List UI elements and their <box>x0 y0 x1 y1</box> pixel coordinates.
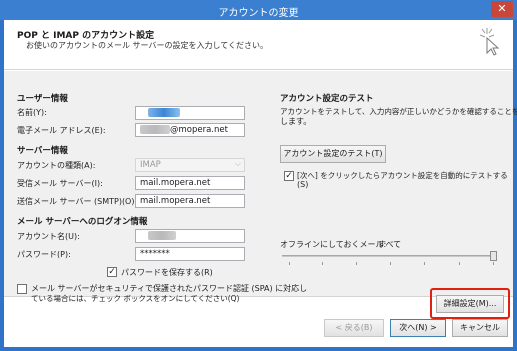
redacted-email <box>140 125 170 134</box>
test-desc-line1: アカウントをテストして、入力内容が正しいかどうかを確認することをお勧め <box>280 107 517 116</box>
name-label: 名前(Y): <box>17 108 47 117</box>
auto-test-checkbox[interactable]: ✓ <box>284 171 294 181</box>
dialog-header: POP と IMAP のアカウント設定 お使いのアカウントのメール サーバーの設… <box>4 20 513 70</box>
test-account-button[interactable]: アカウント設定のテスト(T) <box>280 145 386 163</box>
cursor-sparkle-icon <box>479 28 500 56</box>
test-desc-line2: します。 <box>280 117 312 126</box>
header-subtitle: お使いのアカウントのメール サーバーの設定を入力してください。 <box>26 41 268 50</box>
title-bar[interactable]: アカウントの変更 ✕ <box>0 0 517 20</box>
slider-tick <box>356 262 357 265</box>
offline-value: すべて <box>378 240 402 249</box>
account-type-value: IMAP <box>140 160 161 170</box>
account-change-window: アカウントの変更 ✕ POP と IMAP のアカウント設定 お使いのアカウント… <box>0 0 517 351</box>
offline-slider-track[interactable] <box>282 255 496 257</box>
offline-label: オフラインにしておくメール: <box>280 240 387 249</box>
incoming-server-label: 受信メール サーバー(I): <box>17 179 103 188</box>
auto-test-label-line1: [次へ] をクリックしたらアカウント設定を自動的にテストする <box>297 171 508 180</box>
settings-body: ユーザー情報 名前(Y): 電子メール アドレス(E): @mopera.net… <box>4 71 517 319</box>
redacted-account-name <box>148 231 176 240</box>
name-field[interactable] <box>135 106 245 120</box>
chevron-down-icon: ⌵ <box>234 159 241 168</box>
email-field[interactable]: @mopera.net <box>135 123 245 137</box>
password-field[interactable]: ******* <box>135 247 245 261</box>
next-button[interactable]: 次へ(N) > <box>390 319 446 337</box>
close-icon[interactable]: ✕ <box>491 1 513 17</box>
slider-tick <box>289 262 290 265</box>
remember-password-label: パスワードを保存する(R) <box>121 268 213 277</box>
account-type-select: IMAP ⌵ <box>135 158 245 172</box>
cancel-button[interactable]: キャンセル <box>452 319 508 337</box>
password-label: パスワード(P): <box>17 250 71 259</box>
remember-password-checkbox[interactable]: ✓ <box>107 267 117 277</box>
slider-tick <box>424 262 425 265</box>
slider-tick <box>493 262 494 265</box>
auto-test-label-line2: (S) <box>297 180 309 189</box>
logon-info-heading: メール サーバーへのログオン情報 <box>17 217 148 227</box>
outgoing-server-field[interactable]: mail.mopera.net <box>135 194 245 208</box>
slider-tick <box>322 262 323 265</box>
window-title: アカウントの変更 <box>218 8 299 19</box>
spa-checkbox[interactable] <box>17 284 27 294</box>
account-type-label: アカウントの種類(A): <box>17 161 96 170</box>
email-label: 電子メール アドレス(E): <box>17 126 106 135</box>
back-button[interactable]: < 戻る(B) <box>324 319 384 337</box>
redacted-name <box>148 108 180 117</box>
account-name-label: アカウント名(U): <box>17 232 80 241</box>
outgoing-server-label: 送信メール サーバー (SMTP)(O): <box>17 197 138 206</box>
more-settings-highlight <box>430 288 510 319</box>
dialog-client: POP と IMAP のアカウント設定 お使いのアカウントのメール サーバーの設… <box>4 20 517 347</box>
slider-tick <box>390 262 391 265</box>
spa-label-line2: ている場合には、チェック ボックスをオンにしてください(Q) <box>31 294 240 303</box>
user-info-heading: ユーザー情報 <box>17 94 68 104</box>
slider-tick <box>459 262 460 265</box>
server-info-heading: サーバー情報 <box>17 146 68 156</box>
offline-slider-thumb[interactable] <box>490 251 497 261</box>
email-domain: @mopera.net <box>170 125 228 135</box>
account-name-field[interactable] <box>135 229 245 243</box>
test-settings-heading: アカウント設定のテスト <box>280 94 374 104</box>
incoming-server-field[interactable]: mail.mopera.net <box>135 176 245 190</box>
